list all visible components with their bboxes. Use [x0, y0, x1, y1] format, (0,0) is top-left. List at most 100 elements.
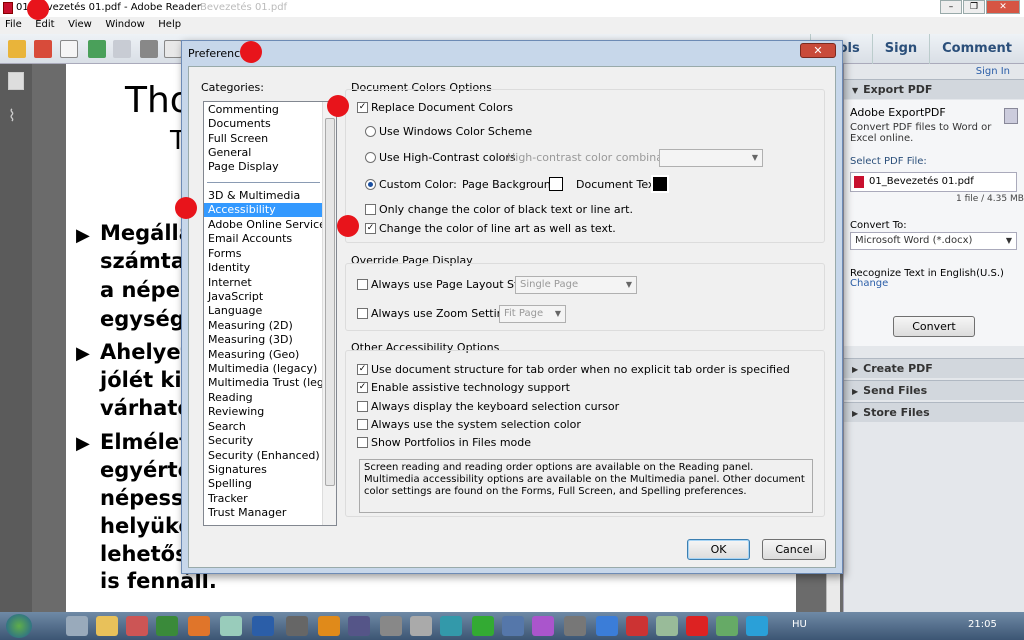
layout-style-select[interactable]: Single Page ▼ — [515, 276, 637, 294]
word-icon[interactable] — [252, 616, 274, 636]
category-item[interactable]: Reading — [208, 391, 253, 405]
clock[interactable]: 21:05 — [968, 619, 997, 630]
category-item[interactable]: Forms — [208, 247, 241, 261]
cancel-button[interactable]: Cancel — [762, 539, 826, 560]
category-item[interactable]: Measuring (2D) — [208, 319, 293, 333]
category-item[interactable]: Security — [208, 434, 253, 448]
high-contrast-radio[interactable] — [365, 152, 376, 163]
store-files-header[interactable]: ▶ Store Files — [844, 402, 1024, 422]
app-icon[interactable] — [348, 616, 370, 636]
category-item[interactable]: Trust Manager — [208, 506, 286, 520]
app-icon[interactable] — [380, 616, 402, 636]
category-item[interactable]: Measuring (3D) — [208, 333, 293, 347]
app-icon[interactable] — [656, 616, 678, 636]
start-button[interactable] — [6, 614, 32, 638]
attachment-icon[interactable]: ⌇ — [8, 106, 24, 125]
replace-colors-checkbox[interactable]: ✓ — [357, 102, 368, 113]
app-icon[interactable] — [626, 616, 648, 636]
category-item[interactable]: 3D & Multimedia — [208, 189, 300, 203]
layout-style-checkbox[interactable] — [357, 279, 368, 290]
app-icon[interactable] — [564, 616, 586, 636]
category-item[interactable]: Multimedia Trust (legacy) — [208, 376, 336, 390]
only-black-checkbox[interactable] — [365, 204, 376, 215]
category-item[interactable]: Security (Enhanced) — [208, 449, 320, 463]
category-item[interactable]: Tracker — [208, 492, 248, 506]
menu-file[interactable]: File — [0, 17, 27, 32]
category-item[interactable]: Email Accounts — [208, 232, 292, 246]
app-icon[interactable] — [716, 616, 738, 636]
category-item[interactable]: JavaScript — [208, 290, 263, 304]
category-item[interactable]: General — [208, 146, 251, 160]
app-icon[interactable] — [502, 616, 524, 636]
upload-icon[interactable] — [88, 40, 106, 58]
folder-icon[interactable] — [96, 616, 118, 636]
change-link[interactable]: Change — [850, 278, 888, 289]
pages-icon[interactable] — [8, 72, 24, 90]
app-icon[interactable] — [440, 616, 462, 636]
category-item[interactable]: Signatures — [208, 463, 267, 477]
tab-order-checkbox[interactable]: ✓ — [357, 364, 368, 375]
system-selection-checkbox[interactable] — [357, 419, 368, 430]
dropbox-icon[interactable] — [596, 616, 618, 636]
print-icon[interactable] — [140, 40, 158, 58]
convert-button[interactable]: Convert — [893, 316, 975, 337]
ok-button[interactable]: OK — [687, 539, 750, 560]
category-item[interactable]: Spelling — [208, 477, 252, 491]
document-text-swatch[interactable] — [651, 175, 669, 193]
app-icon[interactable] — [532, 616, 554, 636]
menu-window[interactable]: Window — [100, 17, 149, 32]
assistive-tech-checkbox[interactable]: ✓ — [357, 382, 368, 393]
vlc-icon[interactable] — [318, 616, 340, 636]
category-item[interactable]: Language — [208, 304, 262, 318]
zoom-setting-checkbox[interactable] — [357, 308, 368, 319]
category-item[interactable]: Multimedia (legacy) — [208, 362, 317, 376]
categories-scrollbar[interactable] — [322, 102, 336, 525]
app-icon[interactable] — [472, 616, 494, 636]
convert-to-select[interactable]: Microsoft Word (*.docx) ▼ — [850, 232, 1017, 250]
skype-icon[interactable] — [746, 616, 768, 636]
email-icon[interactable] — [164, 40, 182, 58]
category-item[interactable]: Page Display — [208, 160, 279, 174]
language-indicator[interactable]: HU — [792, 619, 807, 630]
tab-sign[interactable]: Sign — [871, 34, 929, 64]
create-pdf-icon[interactable] — [8, 40, 26, 58]
tab-comment[interactable]: Comment — [929, 34, 1024, 64]
menu-view[interactable]: View — [63, 17, 97, 32]
category-item[interactable]: Internet — [208, 276, 252, 290]
category-item[interactable]: Full Screen — [208, 132, 268, 146]
window-close-button[interactable]: ✕ — [986, 0, 1020, 14]
combine-icon[interactable] — [34, 40, 52, 58]
categories-list[interactable]: Commenting Documents Full Screen General… — [203, 101, 337, 526]
edit-icon[interactable] — [60, 40, 78, 58]
app-icon[interactable] — [410, 616, 432, 636]
save-icon[interactable] — [113, 40, 131, 58]
page-background-swatch[interactable] — [549, 177, 563, 191]
maximize-button[interactable]: ❐ — [963, 0, 985, 14]
app-icon[interactable] — [126, 616, 148, 636]
ie-icon[interactable] — [66, 616, 88, 636]
category-item[interactable]: Reviewing — [208, 405, 264, 419]
menu-help[interactable]: Help — [153, 17, 186, 32]
category-item[interactable]: Commenting — [208, 103, 279, 117]
high-contrast-select[interactable]: ▼ — [659, 149, 763, 167]
app-icon[interactable] — [286, 616, 308, 636]
export-pdf-header[interactable]: ▼ Export PDF — [844, 79, 1024, 99]
dialog-close-button[interactable]: ✕ — [800, 43, 836, 58]
portfolios-checkbox[interactable] — [357, 437, 368, 448]
category-item-selected[interactable]: Accessibility — [204, 203, 322, 217]
line-art-checkbox[interactable]: ✓ — [365, 223, 376, 234]
scroll-thumb[interactable] — [325, 118, 335, 486]
category-item[interactable]: Documents — [208, 117, 271, 131]
sign-in-link[interactable]: Sign In — [976, 66, 1010, 77]
zoom-setting-select[interactable]: Fit Page ▼ — [499, 305, 566, 323]
send-files-header[interactable]: ▶ Send Files — [844, 380, 1024, 400]
custom-color-radio[interactable] — [365, 179, 376, 190]
adobe-reader-icon[interactable] — [686, 616, 708, 636]
firefox-icon[interactable] — [188, 616, 210, 636]
minimize-button[interactable]: – — [940, 0, 962, 14]
category-item[interactable]: Identity — [208, 261, 250, 275]
create-pdf-header[interactable]: ▶ Create PDF — [844, 358, 1024, 378]
keyboard-cursor-checkbox[interactable] — [357, 401, 368, 412]
category-item[interactable]: Adobe Online Services — [208, 218, 332, 232]
category-item[interactable]: Measuring (Geo) — [208, 348, 299, 362]
